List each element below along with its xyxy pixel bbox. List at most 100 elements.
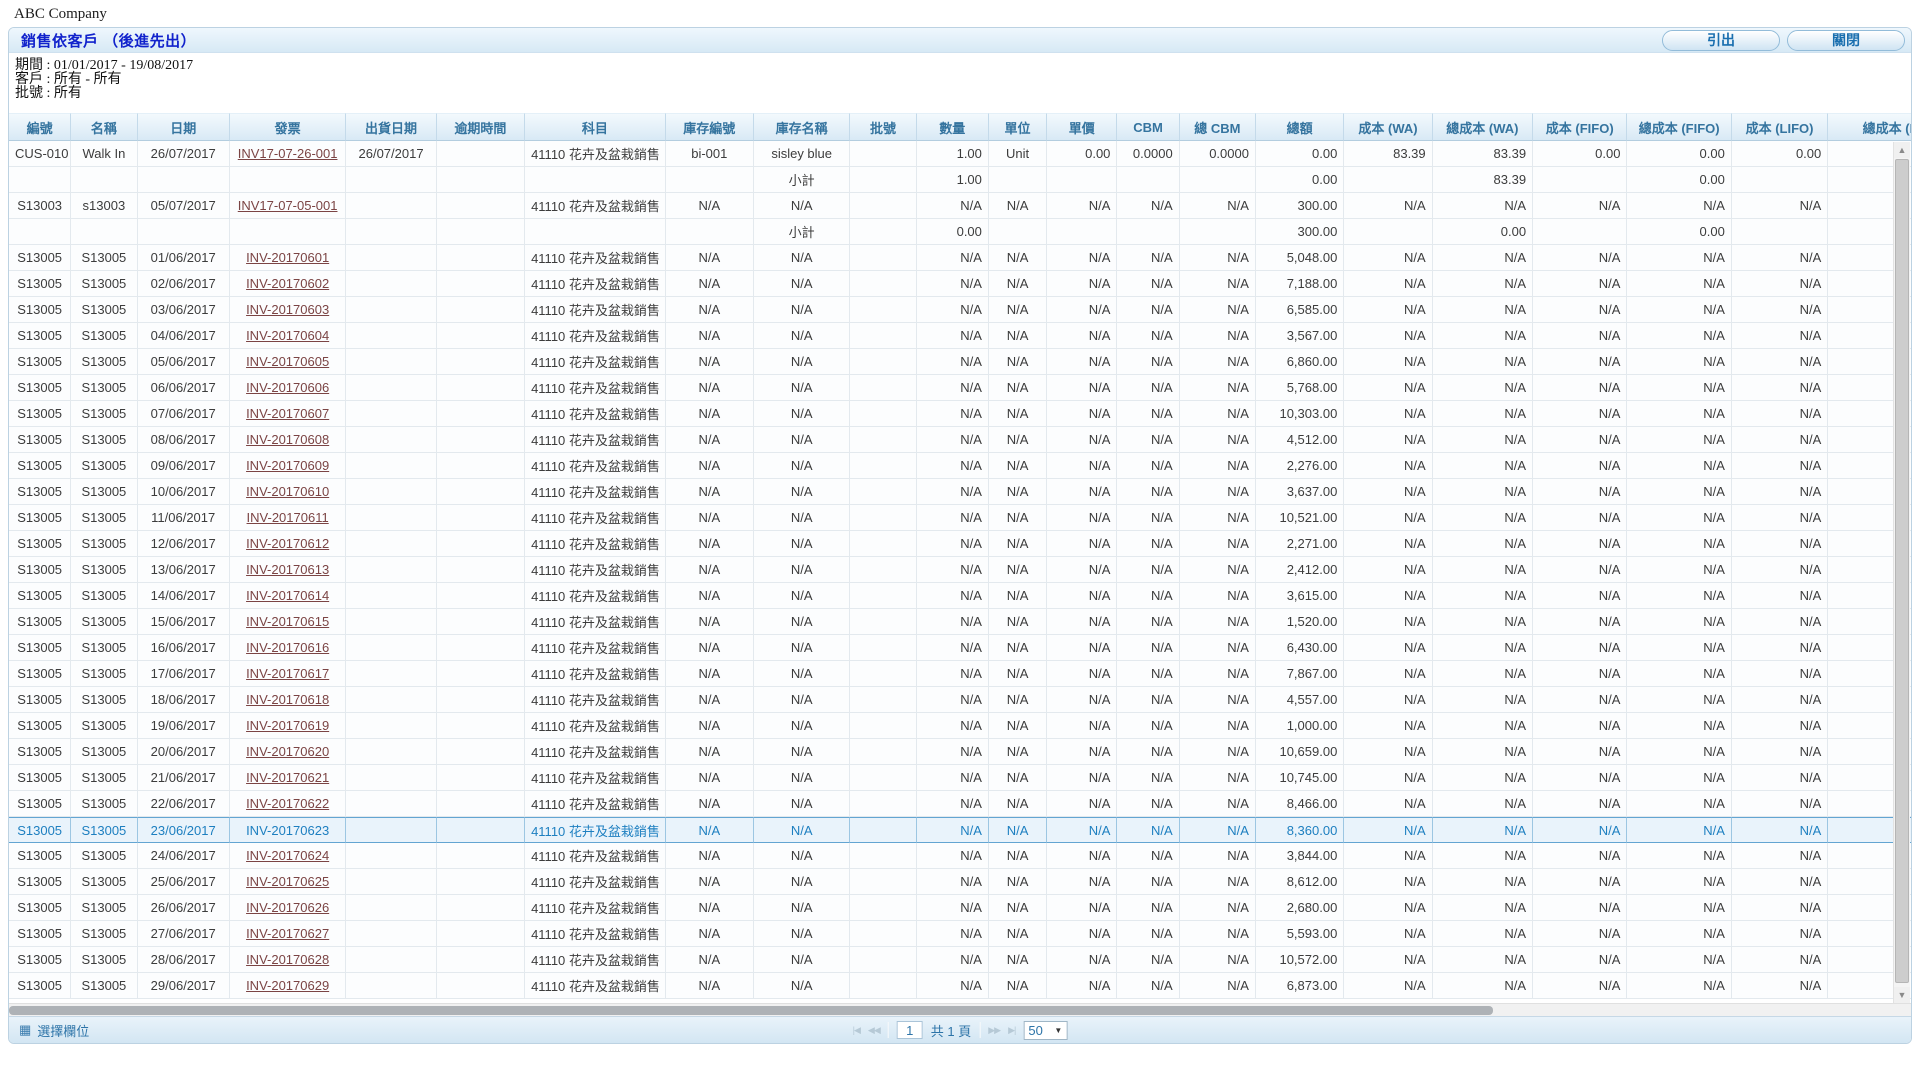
invoice-link[interactable]: INV-20170616 xyxy=(246,640,329,655)
scroll-down-icon[interactable]: ▼ xyxy=(1894,987,1910,1003)
export-button[interactable]: 引出 xyxy=(1662,30,1780,51)
col-header-cost-lifo[interactable]: 成本 (LIFO) xyxy=(1732,113,1828,141)
table-row[interactable]: 小計0.00300.000.000.00 xyxy=(9,219,1911,245)
vertical-scrollbar[interactable]: ▲ ▼ xyxy=(1893,142,1910,1003)
col-header-stock-code[interactable]: 庫存編號 xyxy=(666,113,754,141)
table-row[interactable]: S13005S1300509/06/2017INV-2017060941110 … xyxy=(9,453,1911,479)
table-row[interactable]: S13005S1300504/06/2017INV-2017060441110 … xyxy=(9,323,1911,349)
table-row[interactable]: S13005S1300521/06/2017INV-2017062141110 … xyxy=(9,765,1911,791)
table-row[interactable]: S13005S1300517/06/2017INV-2017061741110 … xyxy=(9,661,1911,687)
table-row[interactable]: S13005S1300502/06/2017INV-2017060241110 … xyxy=(9,271,1911,297)
invoice-link[interactable]: INV-20170608 xyxy=(246,432,329,447)
table-row[interactable]: S13005S1300514/06/2017INV-2017061441110 … xyxy=(9,583,1911,609)
invoice-link[interactable]: INV-20170606 xyxy=(246,380,329,395)
col-header-ship-date[interactable]: 出貨日期 xyxy=(346,113,436,141)
invoice-link[interactable]: INV-20170604 xyxy=(246,328,329,343)
invoice-link[interactable]: INV17-07-05-001 xyxy=(238,198,338,213)
table-row[interactable]: S13005S1300524/06/2017INV-2017062441110 … xyxy=(9,843,1911,869)
invoice-link[interactable]: INV-20170623 xyxy=(246,823,329,838)
invoice-link[interactable]: INV-20170620 xyxy=(246,744,329,759)
invoice-link[interactable]: INV-20170622 xyxy=(246,796,329,811)
vertical-scrollbar-thumb[interactable] xyxy=(1895,159,1909,983)
col-header-unit[interactable]: 單位 xyxy=(989,113,1047,141)
invoice-link[interactable]: INV-20170618 xyxy=(246,692,329,707)
table-row[interactable]: 小計1.000.0083.390.00 xyxy=(9,167,1911,193)
invoice-link[interactable]: INV-20170607 xyxy=(246,406,329,421)
select-columns-button[interactable]: ▦ 選擇欄位 xyxy=(19,1021,89,1040)
prev-page-icon[interactable]: ◀◀ xyxy=(868,1025,880,1036)
col-header-qty[interactable]: 數量 xyxy=(917,113,989,141)
col-header-batch-no[interactable]: 批號 xyxy=(850,113,916,141)
table-row[interactable]: S13005S1300516/06/2017INV-2017061641110 … xyxy=(9,635,1911,661)
table-row[interactable]: S13005S1300528/06/2017INV-2017062841110 … xyxy=(9,947,1911,973)
table-row[interactable]: CUS-010Walk In26/07/2017INV17-07-26-0012… xyxy=(9,141,1911,167)
invoice-link[interactable]: INV-20170629 xyxy=(246,978,329,993)
col-header-overdue-time[interactable]: 逾期時間 xyxy=(437,113,525,141)
table-row[interactable]: S13005S1300519/06/2017INV-2017061941110 … xyxy=(9,713,1911,739)
invoice-link[interactable]: INV-20170625 xyxy=(246,874,329,889)
close-button[interactable]: 關閉 xyxy=(1787,30,1905,51)
invoice-link[interactable]: INV-20170614 xyxy=(246,588,329,603)
table-row[interactable]: S13005S1300527/06/2017INV-2017062741110 … xyxy=(9,921,1911,947)
invoice-link[interactable]: INV-20170627 xyxy=(246,926,329,941)
col-header-invoice[interactable]: 發票 xyxy=(230,113,346,141)
col-header-total-cbm[interactable]: 總 CBM xyxy=(1180,113,1256,141)
table-row[interactable]: S13005S1300508/06/2017INV-2017060841110 … xyxy=(9,427,1911,453)
horizontal-scrollbar[interactable] xyxy=(9,1003,1911,1016)
table-row[interactable]: S13005S1300507/06/2017INV-2017060741110 … xyxy=(9,401,1911,427)
invoice-link[interactable]: INV-20170615 xyxy=(246,614,329,629)
table-row[interactable]: S13003s1300305/07/2017INV17-07-05-001411… xyxy=(9,193,1911,219)
col-header-cost-fifo[interactable]: 成本 (FIFO) xyxy=(1533,113,1627,141)
invoice-link[interactable]: INV-20170602 xyxy=(246,276,329,291)
table-row[interactable]: S13005S1300522/06/2017INV-2017062241110 … xyxy=(9,791,1911,817)
table-row[interactable]: S13005S1300506/06/2017INV-2017060641110 … xyxy=(9,375,1911,401)
table-row[interactable]: S13005S1300520/06/2017INV-2017062041110 … xyxy=(9,739,1911,765)
invoice-link[interactable]: INV-20170619 xyxy=(246,718,329,733)
invoice-link[interactable]: INV-20170612 xyxy=(246,536,329,551)
col-header-total-amount[interactable]: 總額 xyxy=(1256,113,1344,141)
table-row[interactable]: S13005S1300515/06/2017INV-2017061541110 … xyxy=(9,609,1911,635)
invoice-link[interactable]: INV-20170610 xyxy=(246,484,329,499)
table-row[interactable]: S13005S1300529/06/2017INV-2017062941110 … xyxy=(9,973,1911,999)
table-row[interactable]: S13005S1300525/06/2017INV-2017062541110 … xyxy=(9,869,1911,895)
table-row[interactable]: S13005S1300526/06/2017INV-2017062641110 … xyxy=(9,895,1911,921)
next-page-icon[interactable]: ▶▶ xyxy=(988,1025,1000,1036)
col-header-account[interactable]: 科目 xyxy=(525,113,666,141)
invoice-link[interactable]: INV-20170611 xyxy=(247,510,329,525)
invoice-link[interactable]: INV-20170609 xyxy=(246,458,329,473)
table-row[interactable]: S13005S1300523/06/2017INV-2017062341110 … xyxy=(9,817,1911,843)
col-header-name[interactable]: 名稱 xyxy=(71,113,137,141)
col-header-total-cost-wa[interactable]: 總成本 (WA) xyxy=(1433,113,1533,141)
col-header-code[interactable]: 編號 xyxy=(9,113,71,141)
table-row[interactable]: S13005S1300511/06/2017INV-2017061141110 … xyxy=(9,505,1911,531)
invoice-link[interactable]: INV-20170624 xyxy=(246,848,329,863)
invoice-link[interactable]: INV-20170603 xyxy=(246,302,329,317)
last-page-icon[interactable]: ▶| xyxy=(1008,1025,1015,1036)
col-header-stock-name[interactable]: 庫存名稱 xyxy=(754,113,850,141)
page-number-input[interactable] xyxy=(897,1021,923,1039)
invoice-link[interactable]: INV-20170621 xyxy=(246,770,329,785)
invoice-link[interactable]: INV-20170601 xyxy=(246,250,329,265)
col-header-cbm[interactable]: CBM xyxy=(1117,113,1179,141)
table-row[interactable]: S13005S1300501/06/2017INV-2017060141110 … xyxy=(9,245,1911,271)
col-header-cost-wa[interactable]: 成本 (WA) xyxy=(1344,113,1432,141)
invoice-link[interactable]: INV-20170613 xyxy=(246,562,329,577)
invoice-link[interactable]: INV-20170628 xyxy=(246,952,329,967)
invoice-link[interactable]: INV-20170617 xyxy=(246,666,329,681)
horizontal-scrollbar-thumb[interactable] xyxy=(9,1006,1493,1015)
invoice-link[interactable]: INV-20170626 xyxy=(246,900,329,915)
col-header-date[interactable]: 日期 xyxy=(138,113,230,141)
table-row[interactable]: S13005S1300513/06/2017INV-2017061341110 … xyxy=(9,557,1911,583)
table-row[interactable]: S13005S1300510/06/2017INV-2017061041110 … xyxy=(9,479,1911,505)
col-header-unit-price[interactable]: 單價 xyxy=(1047,113,1117,141)
table-row[interactable]: S13005S1300505/06/2017INV-2017060541110 … xyxy=(9,349,1911,375)
invoice-link[interactable]: INV17-07-26-001 xyxy=(238,146,338,161)
table-row[interactable]: S13005S1300518/06/2017INV-2017061841110 … xyxy=(9,687,1911,713)
col-header-total-cost-lifo[interactable]: 總成本 (LIFO) xyxy=(1828,113,1911,141)
first-page-icon[interactable]: |◀ xyxy=(853,1025,860,1036)
table-row[interactable]: S13005S1300512/06/2017INV-2017061241110 … xyxy=(9,531,1911,557)
col-header-total-cost-fifo[interactable]: 總成本 (FIFO) xyxy=(1627,113,1731,141)
invoice-link[interactable]: INV-20170605 xyxy=(246,354,329,369)
table-row[interactable]: S13005S1300503/06/2017INV-2017060341110 … xyxy=(9,297,1911,323)
scroll-up-icon[interactable]: ▲ xyxy=(1894,142,1910,158)
